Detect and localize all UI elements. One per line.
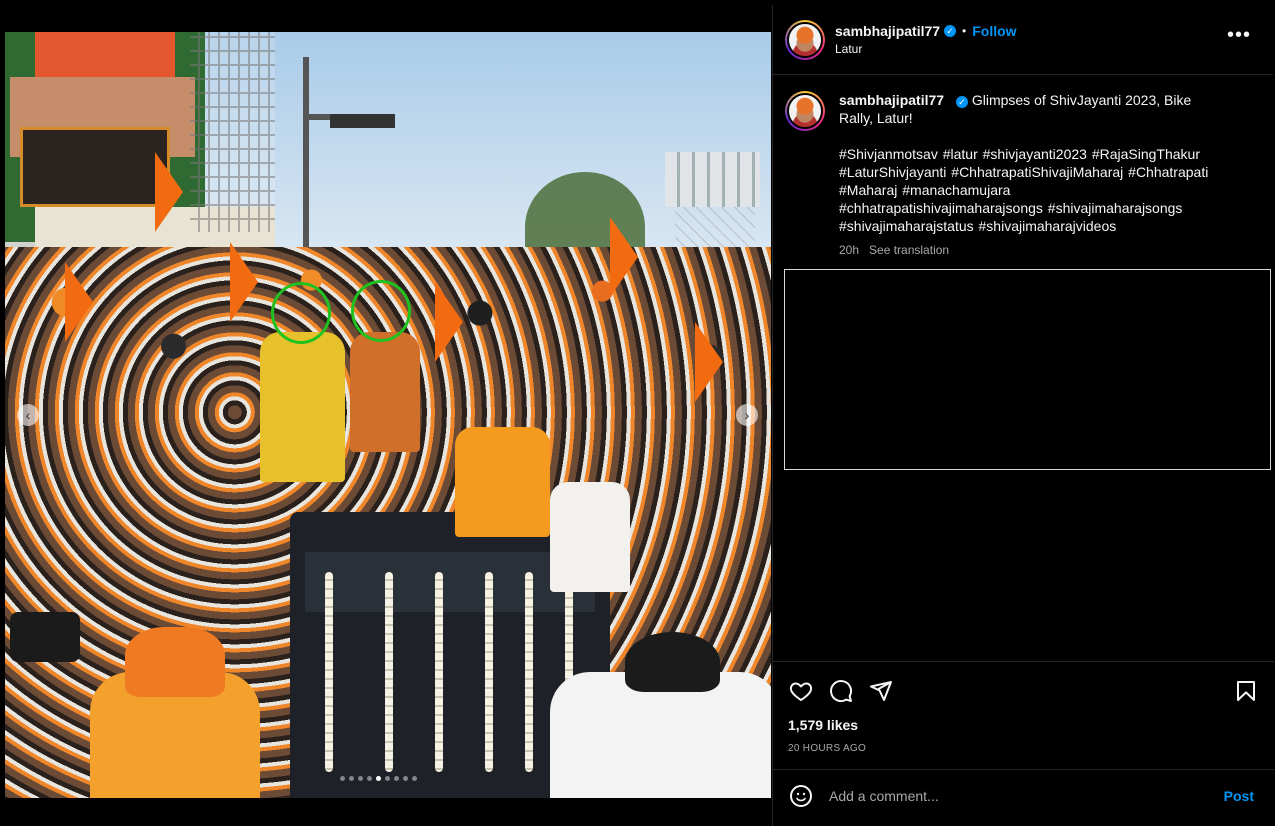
carousel-dot xyxy=(367,776,372,781)
caption-meta: 20h See translation xyxy=(839,241,1219,259)
post-actions: 1,579 likes 20 HOURS AGO Post xyxy=(773,661,1274,821)
caption-avatar[interactable] xyxy=(785,91,825,131)
photo-saffron-flag xyxy=(695,322,723,402)
username-link[interactable]: sambhajipatil77 xyxy=(835,23,940,39)
caption-first-line: sambhajipatil77 ✓ Glimpses of ShivJayant… xyxy=(839,91,1219,127)
see-translation-button[interactable]: See translation xyxy=(869,241,949,259)
photo-saffron-flag xyxy=(155,152,183,232)
comment-bar: Post xyxy=(773,769,1274,821)
photo-saffron-flag xyxy=(65,262,93,342)
caption-age[interactable]: 20h xyxy=(839,241,859,259)
post-header: sambhajipatil77 ✓ • Follow Latur ••• xyxy=(773,5,1273,75)
carousel-dot xyxy=(349,776,354,781)
emoji-icon[interactable] xyxy=(787,782,815,810)
caption: sambhajipatil77 ✓ Glimpses of ShivJayant… xyxy=(773,75,1273,259)
photo-scaffold xyxy=(190,32,275,232)
photo-black-turban xyxy=(625,632,720,692)
post-comment-button[interactable]: Post xyxy=(1224,788,1254,804)
photo-flood-lights xyxy=(665,152,760,207)
carousel-dot xyxy=(358,776,363,781)
heart-icon[interactable] xyxy=(787,677,815,705)
carousel-dot xyxy=(394,776,399,781)
likes-count[interactable]: 1,579 likes xyxy=(773,705,1274,733)
post-timestamp[interactable]: 20 HOURS AGO xyxy=(773,733,1274,754)
embedded-media-placeholder xyxy=(784,269,1271,470)
carousel-prev-button[interactable]: ‹ xyxy=(17,404,39,426)
avatar-image xyxy=(787,21,823,58)
verified-badge-icon: ✓ xyxy=(955,96,968,108)
highlight-circle-left xyxy=(271,282,331,344)
photo-saffron-flag xyxy=(610,217,638,297)
photo-camera xyxy=(10,612,80,662)
carousel-dot xyxy=(412,776,417,781)
comment-icon[interactable] xyxy=(827,677,855,705)
share-icon[interactable] xyxy=(867,677,895,705)
avatar[interactable] xyxy=(785,19,825,60)
photo-traffic-signal xyxy=(330,114,395,128)
highlight-circle-right xyxy=(351,280,411,342)
photo-garland xyxy=(325,572,333,772)
separator-dot: • xyxy=(962,24,967,38)
photo-person-yellow xyxy=(260,332,345,482)
comment-input[interactable] xyxy=(829,787,1224,804)
carousel-dot xyxy=(376,776,381,781)
verified-badge-icon: ✓ xyxy=(944,25,957,37)
post-header-line: sambhajipatil77 ✓ • Follow xyxy=(835,23,1017,39)
photo-garland xyxy=(525,572,533,772)
post-photo xyxy=(5,32,771,798)
post-detail-panel: sambhajipatil77 ✓ • Follow Latur ••• sam… xyxy=(772,5,1274,826)
more-options-icon[interactable]: ••• xyxy=(1227,25,1251,45)
caption-username[interactable]: sambhajipatil77 xyxy=(839,92,944,108)
photo-man-white-shirt xyxy=(550,482,630,592)
caption-body: sambhajipatil77 ✓ Glimpses of ShivJayant… xyxy=(839,91,1219,259)
photo-saffron-flag xyxy=(230,242,258,322)
post-header-text: sambhajipatil77 ✓ • Follow Latur xyxy=(835,23,1017,56)
action-icons-row xyxy=(773,662,1274,705)
caption-hashtags[interactable]: #Shivjanmotsav #latur #shivjayanti2023 #… xyxy=(839,145,1219,235)
photo-garland xyxy=(435,572,443,772)
photo-sign-board xyxy=(20,127,170,207)
carousel-indicator xyxy=(340,776,417,781)
carousel-next-button[interactable]: › xyxy=(736,404,758,426)
photo-man-orange-shirt xyxy=(455,427,550,537)
photo-person-saffron xyxy=(350,332,420,452)
avatar-image xyxy=(787,93,823,129)
location-link[interactable]: Latur xyxy=(835,42,1017,56)
photo-garland xyxy=(485,572,493,772)
carousel-dot xyxy=(403,776,408,781)
carousel-dot xyxy=(385,776,390,781)
photo-garland xyxy=(385,572,393,772)
photo-orange-turban xyxy=(125,627,225,697)
carousel-dot xyxy=(340,776,345,781)
follow-button[interactable]: Follow xyxy=(972,23,1016,39)
photo-saffron-flag xyxy=(435,282,463,362)
bookmark-icon[interactable] xyxy=(1232,677,1260,705)
